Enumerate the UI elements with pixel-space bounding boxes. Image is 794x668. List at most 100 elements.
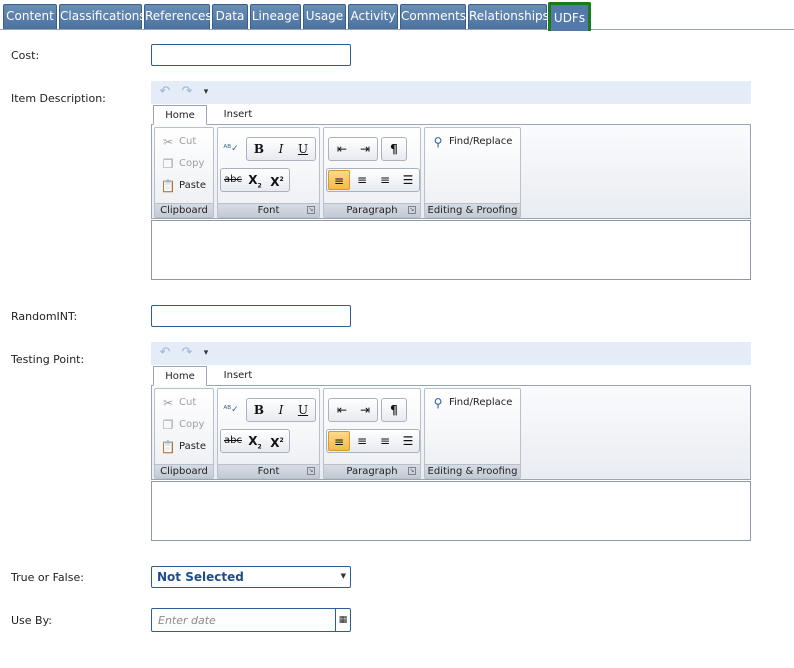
align-left-icon[interactable]: ≡ — [328, 431, 350, 451]
redo-icon[interactable]: ↷ — [178, 344, 196, 362]
scissors-icon: ✂ — [162, 135, 174, 149]
editing-proofing-group-title: Editing & Proofing — [425, 464, 520, 478]
testing-point-label: Testing Point: — [11, 353, 85, 366]
outdent-icon[interactable]: ⇤ — [331, 400, 353, 420]
ribbon-tab-home[interactable]: Home — [153, 105, 207, 125]
spellcheck-icon[interactable]: ᴬᴮ✓ — [220, 139, 242, 159]
use-by-label: Use By: — [11, 614, 53, 627]
align-left-icon[interactable]: ≡ — [328, 170, 350, 190]
date-placeholder: Enter date — [158, 614, 216, 627]
tab-content[interactable]: Content — [3, 4, 57, 29]
font-dialog-launcher-icon[interactable]: ↘ — [307, 467, 315, 475]
find-replace-button[interactable]: ⚲ Find/Replace — [427, 394, 513, 412]
ribbon-tab-insert[interactable]: Insert — [213, 105, 263, 125]
customize-toolbar-icon[interactable]: ▾ — [197, 83, 215, 101]
ribbon-tab-insert[interactable]: Insert — [213, 366, 263, 386]
underline-button[interactable]: U — [292, 400, 314, 420]
font-group-title: Font — [218, 464, 319, 478]
paragraph-dialog-launcher-icon[interactable]: ↘ — [408, 206, 416, 214]
paragraph-dialog-launcher-icon[interactable]: ↘ — [408, 467, 416, 475]
use-by-date-input[interactable]: Enter date ▦ — [151, 608, 351, 632]
align-center-icon[interactable]: ≡ — [351, 170, 373, 190]
true-or-false-dropdown[interactable]: Not Selected ▼ — [151, 566, 351, 588]
calendar-icon[interactable]: ▦ — [335, 609, 350, 631]
chevron-down-icon: ▼ — [340, 572, 346, 580]
paste-button[interactable]: 📋 Paste — [157, 438, 206, 456]
bold-button[interactable]: B — [248, 400, 270, 420]
indent-icon[interactable]: ⇥ — [354, 400, 376, 420]
tab-lineage[interactable]: Lineage — [250, 4, 301, 29]
item-description-text-area[interactable] — [151, 220, 751, 280]
testing-point-text-area[interactable] — [151, 481, 751, 541]
alignment-buttons: ≡ ≡ ≡ ☰ — [326, 168, 420, 192]
font-style-buttons: B I U — [246, 137, 316, 161]
strikethrough-button[interactable]: abc — [222, 431, 244, 451]
pilcrow-buttons: ¶ — [381, 398, 407, 422]
font-group: ᴬᴮ✓ B I U abc X2 X2 Font ↘ — [217, 127, 320, 218]
clipboard-group: ✂ Cut ❐ Copy 📋 Paste Clipboard — [154, 127, 214, 218]
outdent-icon[interactable]: ⇤ — [331, 139, 353, 159]
indent-icon[interactable]: ⇥ — [354, 139, 376, 159]
indent-buttons: ⇤ ⇥ — [328, 398, 378, 422]
show-formatting-button[interactable]: ¶ — [383, 400, 405, 420]
ribbon-tabs: Home Insert — [151, 366, 751, 386]
subscript-button[interactable]: X2 — [244, 170, 266, 190]
undo-icon[interactable]: ↶ — [156, 83, 174, 101]
subscript-button[interactable]: X2 — [244, 431, 266, 451]
cut-button[interactable]: ✂ Cut — [157, 394, 196, 412]
spellcheck-icon[interactable]: ᴬᴮ✓ — [220, 400, 242, 420]
superscript-button[interactable]: X2 — [266, 170, 288, 190]
cost-label: Cost: — [11, 49, 40, 62]
tab-usage[interactable]: Usage — [303, 4, 346, 29]
underline-button[interactable]: U — [292, 139, 314, 159]
ribbon-tabs: Home Insert — [151, 105, 751, 125]
random-int-input[interactable] — [151, 305, 351, 327]
alignment-buttons: ≡ ≡ ≡ ☰ — [326, 429, 420, 453]
ribbon: ✂ Cut ❐ Copy 📋 Paste Clipboard ᴬᴮ✓ B I U ab… — [151, 385, 751, 480]
paragraph-group: ⇤ ⇥ ¶ ≡ ≡ ≡ ☰ Paragraph ↘ — [323, 127, 421, 218]
find-replace-button[interactable]: ⚲ Find/Replace — [427, 133, 513, 151]
tab-relationships[interactable]: Relationships — [468, 4, 549, 29]
align-right-icon[interactable]: ≡ — [374, 170, 396, 190]
font-effect-buttons: abc X2 X2 — [220, 429, 290, 453]
tab-udfs[interactable]: UDFs — [548, 2, 591, 31]
item-description-editor: ↶ ↷ ▾ Home Insert ✂ Cut ❐ Copy 📋 Paste Clip… — [151, 81, 751, 280]
bold-button[interactable]: B — [248, 139, 270, 159]
redo-icon[interactable]: ↷ — [178, 83, 196, 101]
strikethrough-button[interactable]: abc — [222, 170, 244, 190]
copy-button[interactable]: ❐ Copy — [157, 416, 205, 434]
italic-button[interactable]: I — [270, 139, 292, 159]
cost-input[interactable] — [151, 44, 351, 66]
tab-activity[interactable]: Activity — [348, 4, 398, 29]
tab-strip: Content Classifications References Data … — [0, 0, 794, 31]
copy-button[interactable]: ❐ Copy — [157, 155, 205, 173]
tab-data[interactable]: Data — [212, 4, 248, 29]
italic-button[interactable]: I — [270, 400, 292, 420]
tab-comments[interactable]: Comments — [400, 4, 466, 29]
binoculars-icon: ⚲ — [433, 135, 443, 149]
align-right-icon[interactable]: ≡ — [374, 431, 396, 451]
pilcrow-buttons: ¶ — [381, 137, 407, 161]
testing-point-editor: ↶ ↷ ▾ Home Insert ✂ Cut ❐ Copy 📋 Paste Clip… — [151, 342, 751, 541]
justify-icon[interactable]: ☰ — [397, 431, 419, 451]
cut-button[interactable]: ✂ Cut — [157, 133, 196, 151]
paragraph-group-title: Paragraph — [324, 464, 420, 478]
ribbon: ✂ Cut ❐ Copy 📋 Paste Clipboard ᴬᴮ✓ B I U ab… — [151, 124, 751, 219]
show-formatting-button[interactable]: ¶ — [383, 139, 405, 159]
copy-icon: ❐ — [162, 418, 174, 432]
tab-references[interactable]: References — [144, 4, 212, 29]
font-dialog-launcher-icon[interactable]: ↘ — [307, 206, 315, 214]
tab-classifications[interactable]: Classifications — [59, 4, 146, 29]
true-or-false-label: True or False: — [11, 571, 84, 584]
paste-icon: 📋 — [160, 179, 176, 193]
superscript-button[interactable]: X2 — [266, 431, 288, 451]
ribbon-tab-home[interactable]: Home — [153, 366, 207, 386]
paste-button[interactable]: 📋 Paste — [157, 177, 206, 195]
font-effect-buttons: abc X2 X2 — [220, 168, 290, 192]
customize-toolbar-icon[interactable]: ▾ — [197, 344, 215, 362]
align-center-icon[interactable]: ≡ — [351, 431, 373, 451]
justify-icon[interactable]: ☰ — [397, 170, 419, 190]
quick-access-toolbar: ↶ ↷ ▾ — [151, 342, 751, 365]
clipboard-group: ✂ Cut ❐ Copy 📋 Paste Clipboard — [154, 388, 214, 479]
undo-icon[interactable]: ↶ — [156, 344, 174, 362]
